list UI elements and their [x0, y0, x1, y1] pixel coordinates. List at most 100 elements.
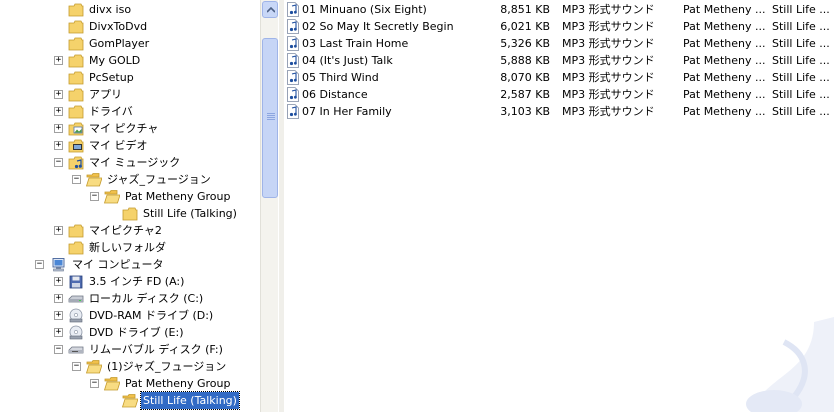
tree-item-label: アプリ [89, 88, 122, 101]
floppy-icon [69, 275, 83, 289]
file-album: Still Life ... [772, 71, 830, 84]
folder-icon [68, 71, 84, 85]
collapse-icon[interactable]: − [72, 175, 81, 184]
expand-icon[interactable]: + [54, 277, 63, 286]
tree-item-label: divx iso [89, 3, 132, 16]
file-size: 6,021 KB [500, 20, 550, 33]
tree-item-label: マイ ピクチャ [89, 122, 159, 135]
file-type: MP3 形式サウンド [562, 105, 655, 118]
dvd-icon [69, 325, 83, 340]
file-album: Still Life ... [772, 88, 830, 101]
expand-icon[interactable]: + [54, 328, 63, 337]
folder-icon [68, 224, 84, 238]
tree-item[interactable]: DivxToDvd [0, 18, 260, 35]
audio-file-icon [287, 19, 299, 34]
file-album: Still Life ... [772, 37, 830, 50]
audio-file-icon [287, 87, 299, 102]
file-row[interactable]: 03 Last Train Home 5,326 KB MP3 形式サウンド Pat … [285, 35, 830, 52]
file-type: MP3 形式サウンド [562, 88, 655, 101]
tree-item[interactable]: − マイ コンピュータ [0, 256, 260, 273]
folder-tree-pane: divx iso DivxToDvd GomPlayer + My GOLD PcSetu… [0, 0, 278, 412]
tree-item[interactable]: 新しいフォルダ [0, 239, 260, 256]
folder-open-icon [86, 173, 102, 187]
video-icon [68, 139, 84, 153]
folder-icon [68, 54, 84, 68]
tree-item-label: Pat Metheny Group [125, 190, 231, 203]
tree-item[interactable]: + ローカル ディスク (C:) [0, 290, 260, 307]
file-name: 01 Minuano (Six Eight) [302, 3, 427, 16]
tree-item-label: 新しいフォルダ [89, 241, 166, 254]
audio-file-icon [287, 2, 299, 17]
tree-vertical-scrollbar[interactable] [260, 0, 278, 412]
tree-item[interactable]: + DVD-RAM ドライブ (D:) [0, 307, 260, 324]
tree-item[interactable]: − リムーバブル ディスク (F:) [0, 341, 260, 358]
explorer-window: divx iso DivxToDvd GomPlayer + My GOLD PcSetu… [0, 0, 834, 412]
tree-item-label: マイ コンピュータ [72, 258, 164, 271]
tree-item[interactable]: − Pat Metheny Group [0, 375, 260, 392]
expand-icon[interactable]: + [54, 124, 63, 133]
tree-item-label: ドライバ [89, 105, 133, 118]
file-size: 3,103 KB [500, 105, 550, 118]
tree-item-label: マイピクチャ2 [89, 224, 162, 237]
file-name: 07 In Her Family [302, 105, 392, 118]
tree-item[interactable]: − (1)ジャズ_フュージョン [0, 358, 260, 375]
file-artist: Pat Metheny ... [683, 37, 765, 50]
tree-item[interactable]: − マイ ミュージック [0, 154, 260, 171]
file-album: Still Life ... [772, 20, 830, 33]
collapse-icon[interactable]: − [90, 379, 99, 388]
tree-item[interactable]: + ドライバ [0, 103, 260, 120]
tree-item[interactable]: PcSetup [0, 69, 260, 86]
tree-item[interactable]: + アプリ [0, 86, 260, 103]
expand-icon[interactable]: + [54, 107, 63, 116]
file-size: 2,587 KB [500, 88, 550, 101]
scroll-thumb[interactable] [262, 38, 278, 198]
file-artist: Pat Metheny ... [683, 71, 765, 84]
tree-item-label: マイ ビデオ [89, 139, 148, 152]
tree-item[interactable]: GomPlayer [0, 35, 260, 52]
file-row[interactable]: 02 So May It Secretly Begin 6,021 KB MP3 形… [285, 18, 830, 35]
tree-item[interactable]: +3.5 インチ FD (A:) [0, 273, 260, 290]
file-row[interactable]: 07 In Her Family 3,103 KB MP3 形式サウンド Pat Me… [285, 103, 830, 120]
tree-item[interactable]: − Pat Metheny Group [0, 188, 260, 205]
audio-file-icon [287, 53, 299, 68]
collapse-icon[interactable]: − [54, 158, 63, 167]
folder-icon [68, 37, 84, 51]
scroll-up-button[interactable] [262, 1, 278, 18]
folder-icon [68, 105, 84, 119]
folder-open-icon [104, 190, 120, 204]
expand-icon[interactable]: + [54, 311, 63, 320]
folder-icon [122, 207, 138, 221]
expand-icon[interactable]: + [54, 141, 63, 150]
collapse-icon[interactable]: − [72, 362, 81, 371]
folder-icon [68, 20, 84, 34]
list-pane-edge [279, 0, 284, 412]
music-icon [68, 156, 84, 170]
expand-icon[interactable]: + [54, 294, 63, 303]
tree-item[interactable]: + マイピクチャ2 [0, 222, 260, 239]
collapse-icon[interactable]: − [35, 260, 44, 269]
tree-item-label: リムーバブル ディスク (F:) [89, 343, 223, 356]
file-list-pane: 01 Minuano (Six Eight) 8,851 KB MP3 形式サウンド… [279, 0, 834, 412]
file-row[interactable]: 05 Third Wind 8,070 KB MP3 形式サウンド Pat Methe… [285, 69, 830, 86]
expand-icon[interactable]: + [54, 56, 63, 65]
expand-icon[interactable]: + [54, 90, 63, 99]
tree-item[interactable]: Still Life (Talking) [0, 205, 260, 222]
tree-item[interactable]: + DVD ドライブ (E:) [0, 324, 260, 341]
tree-item[interactable]: + マイ ビデオ [0, 137, 260, 154]
file-row[interactable]: 04 (It's Just) Talk 5,888 KB MP3 形式サウンド Pat… [285, 52, 830, 69]
collapse-icon[interactable]: − [54, 345, 63, 354]
tree-item-label: 3.5 インチ FD (A:) [89, 275, 185, 288]
music-note-icon [746, 317, 834, 412]
tree-item[interactable]: + My GOLD [0, 52, 260, 69]
file-size: 8,070 KB [500, 71, 550, 84]
expand-icon[interactable]: + [54, 226, 63, 235]
tree-item[interactable]: − ジャズ_フュージョン [0, 171, 260, 188]
tree-item-label: DivxToDvd [89, 20, 148, 33]
file-row[interactable]: 06 Distance 2,587 KB MP3 形式サウンド Pat Metheny… [285, 86, 830, 103]
file-row[interactable]: 01 Minuano (Six Eight) 8,851 KB MP3 形式サウンド… [285, 1, 830, 18]
collapse-icon[interactable]: − [90, 192, 99, 201]
tree-item[interactable]: + マイ ピクチャ [0, 120, 260, 137]
tree-item[interactable]: divx iso [0, 1, 260, 18]
pictures-icon [68, 122, 84, 136]
tree-item[interactable]: Still Life (Talking) [0, 391, 260, 410]
